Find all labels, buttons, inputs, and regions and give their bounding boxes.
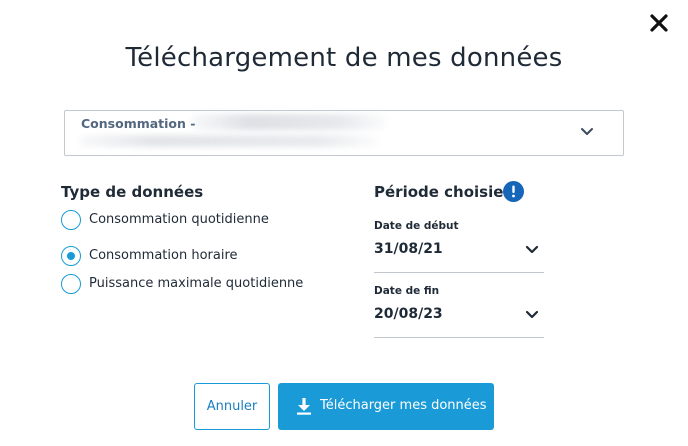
contract-select[interactable]: Consommation - [64, 110, 624, 156]
chevron-down-icon [581, 128, 593, 135]
end-date-value: 20/08/23 [374, 306, 443, 322]
radio-label: Puissance maximale quotidienne [89, 276, 304, 291]
radio-button[interactable] [61, 210, 81, 230]
radio-button-selected[interactable] [61, 246, 81, 266]
cancel-button[interactable]: Annuler [194, 383, 270, 430]
close-icon[interactable] [648, 12, 670, 34]
download-dialog: Téléchargement de mes données Consommati… [0, 0, 688, 446]
period-title: Période choisie [374, 183, 504, 201]
chevron-down-icon [525, 310, 539, 319]
dialog-title: Téléchargement de mes données [125, 43, 563, 73]
contract-label: Consommation - [81, 116, 196, 131]
end-date-block: Date de fin 20/08/23 [374, 285, 544, 338]
end-date-label: Date de fin [374, 285, 440, 297]
start-date-select[interactable]: 31/08/21 [374, 240, 544, 273]
end-date-select[interactable]: 20/08/23 [374, 305, 544, 338]
start-date-block: Date de début 31/08/21 [374, 220, 544, 273]
download-button-label: Télécharger mes données [320, 398, 487, 413]
redacted-contract-address [79, 135, 379, 147]
radio-label: Consommation horaire [89, 248, 238, 263]
data-types-title: Type de données [61, 183, 204, 201]
close-button[interactable] [648, 12, 670, 34]
redacted-contract-text [191, 114, 386, 130]
radio-button[interactable] [61, 274, 81, 294]
start-date-label: Date de début [374, 220, 459, 232]
download-button[interactable]: Télécharger mes données [278, 383, 494, 430]
info-icon[interactable] [503, 181, 524, 202]
chevron-down-icon [525, 245, 539, 254]
start-date-value: 31/08/21 [374, 241, 443, 257]
radio-label: Consommation quotidienne [89, 212, 269, 227]
download-icon [297, 398, 311, 415]
